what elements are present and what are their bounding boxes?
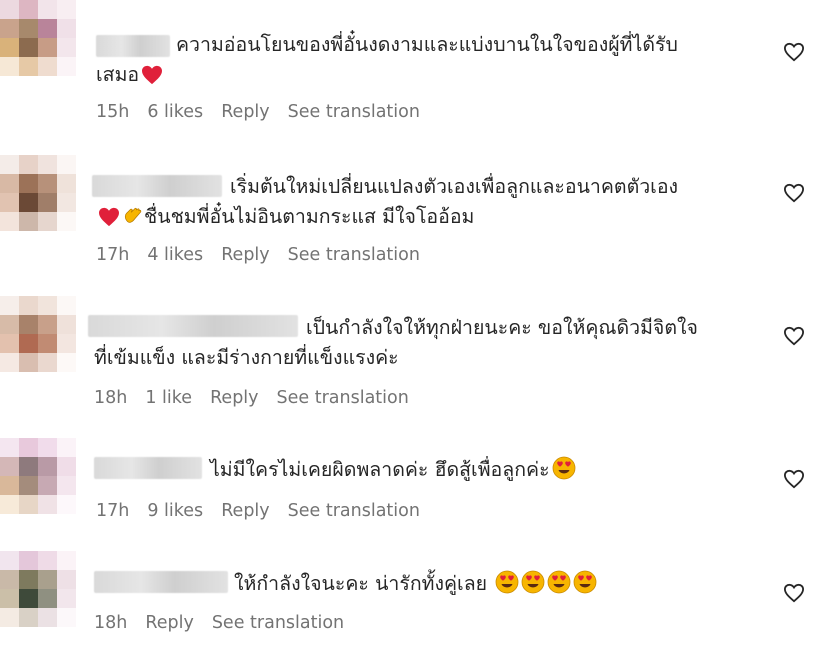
timestamp: 18h	[94, 388, 128, 408]
comment-text: เริ่มต้นใหม่เปลี่ยนแปลงตัวเองเพื่อลูกและ…	[99, 172, 679, 232]
likes-count[interactable]: 1 like	[145, 388, 192, 408]
comment-line-2-text: เสมอ	[96, 63, 140, 86]
see-translation-link[interactable]: See translation	[288, 501, 420, 521]
comment-meta: 17h 4 likes Reply See translation	[96, 245, 420, 265]
heart-eyes-icon	[552, 456, 575, 480]
reply-button[interactable]: Reply	[221, 501, 269, 521]
see-translation-link[interactable]: See translation	[212, 613, 344, 633]
heart-outline-icon[interactable]	[783, 583, 805, 603]
see-translation-link[interactable]: See translation	[277, 388, 409, 408]
heart-eyes-icon	[573, 570, 597, 594]
comment-text: ความอ่อนโยนของพี่อั๋นงดงามและแบ่งบานในใจ…	[96, 30, 678, 90]
comment-text: ให้กำลังใจนะคะ น่ารักทั้งคู่เลย	[234, 569, 597, 599]
heart-outline-icon[interactable]	[783, 183, 805, 203]
comment-meta: 15h 6 likes Reply See translation	[96, 102, 420, 122]
comment-line-1-text: ไม่มีใครไม่เคยผิดพลาดค่ะ ฮึดสู้เพื่อลูกค…	[210, 458, 550, 481]
comment-line-2-text: ชื่นชมพี่อั๋นไม่อินตามกระแส มีใจโออ้อม	[144, 205, 475, 228]
avatar[interactable]	[0, 155, 76, 231]
reply-button[interactable]: Reply	[210, 388, 258, 408]
comment-line-2: ชื่นชมพี่อั๋นไม่อินตามกระแส มีใจโออ้อม	[96, 202, 678, 232]
likes-count[interactable]: 4 likes	[147, 245, 203, 265]
username-redacted[interactable]	[94, 571, 228, 593]
comment-text: เป็นกำลังใจให้ทุกฝ่ายนะคะ ขอให้คุณดิวมีจ…	[94, 313, 698, 373]
likes-count[interactable]: 9 likes	[147, 501, 203, 521]
comment-line-1: เป็นกำลังใจให้ทุกฝ่ายนะคะ ขอให้คุณดิวมีจ…	[306, 316, 698, 339]
comment-line-1: ความอ่อนโยนของพี่อั๋นงดงามและแบ่งบานในใจ…	[176, 33, 678, 56]
avatar[interactable]	[0, 551, 76, 627]
clapping-hands-icon	[124, 207, 142, 223]
reply-button[interactable]: Reply	[145, 613, 193, 633]
comment-text: ไม่มีใครไม่เคยผิดพลาดค่ะ ฮึดสู้เพื่อลูกค…	[210, 455, 576, 485]
comment-line-1: ให้กำลังใจนะคะ น่ารักทั้งคู่เลย	[234, 569, 597, 599]
heart-outline-icon[interactable]	[783, 469, 805, 489]
username-redacted[interactable]	[92, 175, 222, 197]
comment-meta: 17h 9 likes Reply See translation	[96, 501, 420, 521]
comment-line-2: ที่เข้มแข็ง และมีร่างกายที่แข็งแรงค่ะ	[94, 346, 399, 369]
timestamp: 17h	[96, 245, 130, 265]
avatar[interactable]	[0, 296, 76, 372]
red-heart-icon	[99, 207, 119, 227]
comment-line-1-text: ให้กำลังใจนะคะ น่ารักทั้งคู่เลย	[234, 572, 488, 595]
heart-eyes-icon	[521, 570, 545, 594]
timestamp: 17h	[96, 501, 130, 521]
username-redacted[interactable]	[96, 35, 170, 57]
comment-line-1: เริ่มต้นใหม่เปลี่ยนแปลงตัวเองเพื่อลูกและ…	[230, 175, 679, 198]
reply-button[interactable]: Reply	[221, 245, 269, 265]
avatar[interactable]	[0, 0, 76, 76]
avatar[interactable]	[0, 438, 76, 514]
likes-count[interactable]: 6 likes	[147, 102, 203, 122]
heart-outline-icon[interactable]	[783, 42, 805, 62]
comment-line-2: เสมอ	[96, 60, 678, 90]
timestamp: 15h	[96, 102, 130, 122]
heart-eyes-icon	[495, 570, 519, 594]
comment-line-1: ไม่มีใครไม่เคยผิดพลาดค่ะ ฮึดสู้เพื่อลูกค…	[210, 455, 576, 485]
timestamp: 18h	[94, 613, 128, 633]
comment-meta: 18h 1 like Reply See translation	[94, 388, 409, 408]
see-translation-link[interactable]: See translation	[288, 245, 420, 265]
username-redacted[interactable]	[88, 315, 298, 337]
username-redacted[interactable]	[94, 457, 202, 479]
reply-button[interactable]: Reply	[221, 102, 269, 122]
heart-eyes-icon	[547, 570, 571, 594]
red-heart-icon	[142, 65, 163, 85]
comment-meta: 18h Reply See translation	[94, 613, 344, 633]
see-translation-link[interactable]: See translation	[288, 102, 420, 122]
heart-outline-icon[interactable]	[783, 326, 805, 346]
